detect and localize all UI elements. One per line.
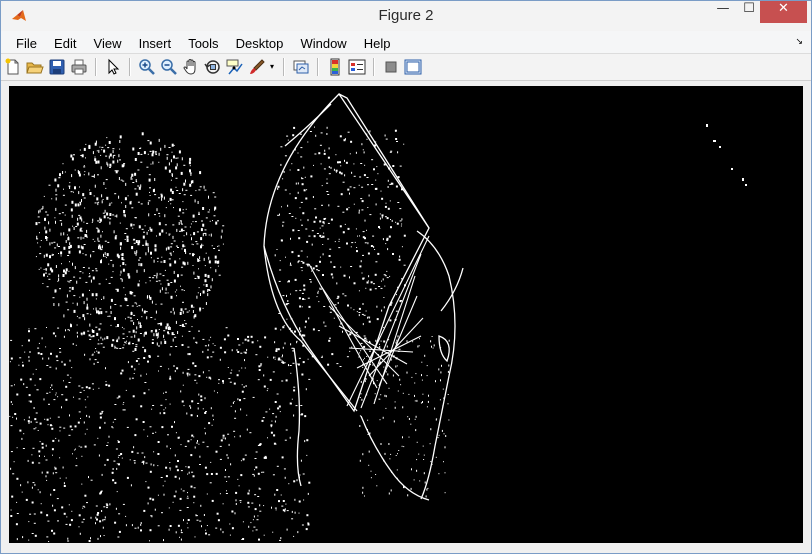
zoom-out-icon[interactable] — [160, 58, 178, 76]
print-figure-icon[interactable] — [70, 58, 88, 76]
menu-insert[interactable]: Insert — [133, 33, 178, 55]
new-figure-icon[interactable] — [4, 58, 22, 76]
figure-toolbar: ▾ — [1, 54, 811, 81]
menu-bar: File Edit View Insert Tools Desktop Wind… — [1, 31, 811, 54]
toolbar-separator — [95, 58, 97, 76]
toolbar-separator — [129, 58, 131, 76]
title-bar[interactable]: Figure 2 — ☐ ✕ — [1, 1, 811, 31]
data-cursor-icon[interactable] — [226, 58, 244, 76]
edge-detection-image — [9, 86, 803, 543]
link-plot-icon[interactable] — [292, 58, 310, 76]
hide-plot-tools-icon[interactable] — [382, 58, 400, 76]
dock-figure-icon[interactable]: ↘ — [795, 37, 803, 47]
menu-edit[interactable]: Edit — [48, 33, 82, 55]
maximize-button[interactable]: ☐ — [738, 1, 760, 23]
figure-canvas[interactable] — [9, 86, 803, 543]
menu-view[interactable]: View — [88, 33, 128, 55]
insert-colorbar-icon[interactable] — [326, 58, 344, 76]
menu-file[interactable]: File — [10, 33, 43, 55]
menu-help[interactable]: Help — [358, 33, 397, 55]
insert-legend-icon[interactable] — [348, 58, 366, 76]
edit-plot-icon[interactable] — [104, 58, 122, 76]
brush-dropdown-icon[interactable]: ▾ — [268, 58, 276, 76]
menu-tools[interactable]: Tools — [182, 33, 224, 55]
toolbar-separator — [373, 58, 375, 76]
menu-desktop[interactable]: Desktop — [230, 33, 290, 55]
brush-icon[interactable] — [248, 58, 266, 76]
toolbar-separator — [317, 58, 319, 76]
figure-window: Figure 2 — ☐ ✕ File Edit View Insert Too… — [0, 0, 812, 554]
minimize-button[interactable]: — — [708, 1, 738, 23]
zoom-in-icon[interactable] — [138, 58, 156, 76]
save-figure-icon[interactable] — [48, 58, 66, 76]
window-title: Figure 2 — [378, 7, 434, 24]
toolbar-separator — [283, 58, 285, 76]
show-plot-tools-icon[interactable] — [404, 58, 422, 76]
menu-window[interactable]: Window — [294, 33, 352, 55]
close-button[interactable]: ✕ — [760, 1, 807, 23]
pan-icon[interactable] — [182, 58, 200, 76]
open-file-icon[interactable] — [26, 58, 44, 76]
rotate-3d-icon[interactable] — [204, 58, 222, 76]
